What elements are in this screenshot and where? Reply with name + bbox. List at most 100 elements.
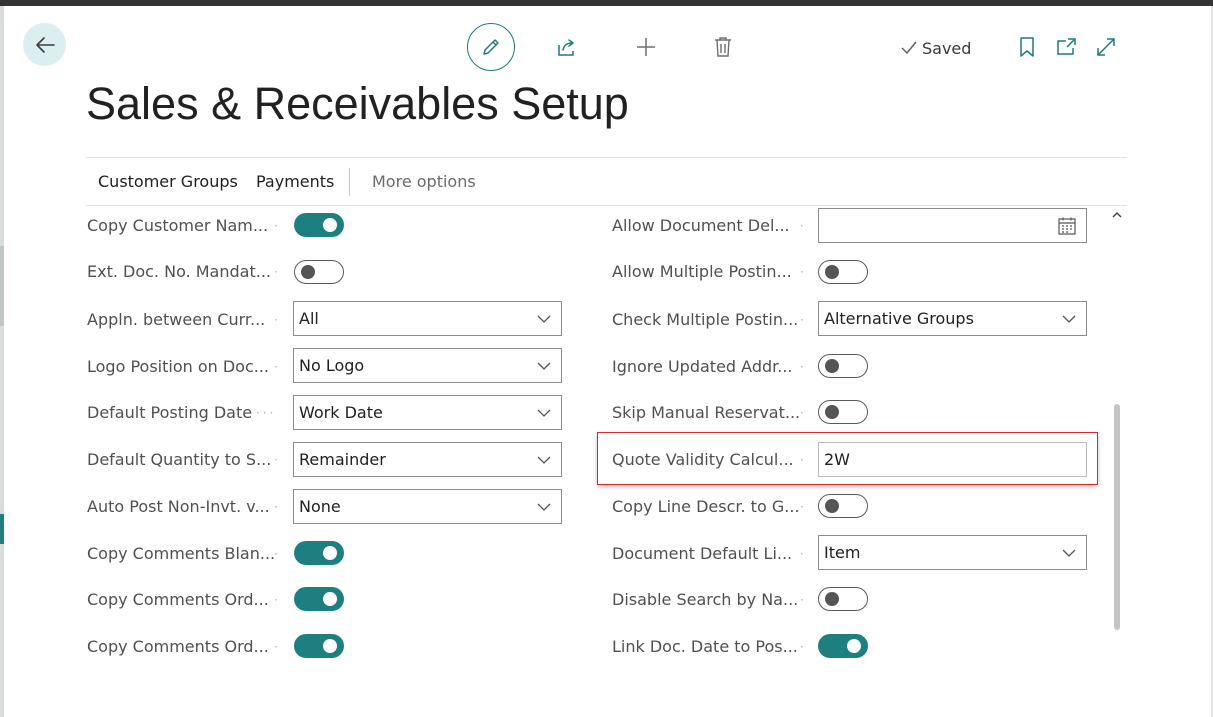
ignore-updated-addresses-toggle[interactable] [818,354,868,378]
saved-status: Saved [900,37,971,59]
calendar-icon[interactable] [1058,217,1076,235]
document-default-line-type-select[interactable]: Item [818,535,1087,570]
share-icon [558,39,574,56]
link-doc-date-to-posting-toggle[interactable] [818,634,868,658]
select-value: Item [824,543,861,562]
field-dots: · [274,453,281,467]
chevron-down-icon [537,456,551,464]
field-label: Copy Line Descr. to G... [612,497,800,516]
field-label: Link Doc. Date to Pos... [612,637,798,656]
quote-validity-calculation-input[interactable]: 2W [818,442,1087,477]
logo-position-select[interactable]: No Logo [293,348,562,383]
chevron-down-icon [537,503,551,511]
field-label: Quote Validity Calcul... [612,450,794,469]
open-in-new-window-icon [1057,38,1076,55]
field-dots: · [274,265,281,279]
skip-manual-reservation-toggle[interactable] [818,400,868,424]
field-dots: · [800,265,807,279]
ext-doc-no-mandatory-toggle[interactable] [294,260,344,284]
default-quantity-to-ship-select[interactable]: Remainder [293,442,562,477]
scrollbar-thumb[interactable] [1114,404,1120,630]
field-dots: ··· [256,406,277,420]
field-dots: · [800,593,807,607]
field-dots: · [800,360,807,374]
field-label: Auto Post Non-Invt. v... [87,497,270,516]
field-label: Ext. Doc. No. Mandat... [87,262,271,281]
back-button[interactable] [23,23,66,66]
field-dots: · [800,547,807,561]
arrow-left-icon [35,36,55,53]
field-label: Logo Position on Doc... [87,357,270,376]
field-label: Disable Search by Na... [612,590,799,609]
check-icon [901,41,917,55]
field-label: Default Posting Date [87,403,253,422]
field-dots: · [800,313,807,327]
field-dots: · [274,593,281,607]
field-label: Allow Multiple Postin... [612,262,792,281]
field-dots: · [274,640,281,654]
field-label: Skip Manual Reservat... [612,403,801,422]
field-label: Check Multiple Postin... [612,310,799,329]
chevron-down-icon [1062,315,1076,323]
add-button[interactable] [632,33,660,61]
chevron-down-icon [537,409,551,417]
action-more-options[interactable]: More options [372,172,476,191]
page-title: Sales & Receivables Setup [86,78,629,129]
field-dots: · [274,360,281,374]
field-label: Copy Comments Ord... [87,637,269,656]
field-dots: · [274,500,281,514]
field-dots: · [800,453,807,467]
allow-document-deletion-date-input[interactable] [818,208,1087,243]
select-value: Remainder [299,450,386,469]
edit-button[interactable] [467,23,515,71]
scroll-up-icon[interactable] [1111,209,1123,221]
expand-icon [1097,38,1115,56]
action-customer-groups[interactable]: Customer Groups [98,172,238,191]
pencil-icon [483,39,499,55]
copy-comments-blanket-toggle[interactable] [294,541,344,565]
check-multiple-posting-groups-select[interactable]: Alternative Groups [818,301,1087,336]
left-background-strip [0,6,4,717]
field-label: Ignore Updated Addr... [612,357,793,376]
chevron-down-icon [537,362,551,370]
default-posting-date-select[interactable]: Work Date [293,395,562,430]
field-dots: · [274,219,281,233]
field-label: Allow Document Del... [612,216,790,235]
field-label: Default Quantity to S... [87,450,272,469]
auto-post-non-invt-select[interactable]: None [293,489,562,524]
field-dots: · [274,547,281,561]
field-label: Document Default Li... [612,544,793,563]
field-label: Copy Comments Blan... [87,544,276,563]
field-dots: · [800,640,807,654]
action-bar: Customer Groups Payments More options [86,157,1127,206]
disable-search-by-name-toggle[interactable] [818,587,868,611]
saved-label: Saved [922,38,972,58]
delete-button[interactable] [709,33,737,61]
select-value: No Logo [299,356,365,375]
copy-line-descr-toggle[interactable] [818,494,868,518]
action-payments[interactable]: Payments [256,172,334,191]
open-new-window-button[interactable] [1053,34,1079,60]
field-dots: · [274,313,281,327]
field-dots: · [800,406,807,420]
copy-customer-name-toggle[interactable] [294,213,344,237]
chevron-down-icon [1062,549,1076,557]
window-top-bar [0,0,1213,6]
chevron-down-icon [537,315,551,323]
input-value: 2W [824,450,850,469]
field-label: Copy Customer Nam... [87,216,269,235]
select-value: None [299,497,341,516]
field-dots: · [800,219,807,233]
field-label: Copy Comments Ord... [87,590,269,609]
allow-multiple-posting-groups-toggle[interactable] [818,260,868,284]
bookmark-icon [1020,37,1034,57]
expand-button[interactable] [1093,34,1119,60]
bookmark-button[interactable] [1014,34,1040,60]
appln-between-currencies-select[interactable]: All [293,301,562,336]
share-button[interactable] [553,33,581,61]
copy-comments-order-toggle-2[interactable] [294,634,344,658]
field-label: Appln. between Curr... [87,310,266,329]
field-dots: · [800,500,807,514]
copy-comments-order-toggle-1[interactable] [294,587,344,611]
action-separator [349,168,350,196]
